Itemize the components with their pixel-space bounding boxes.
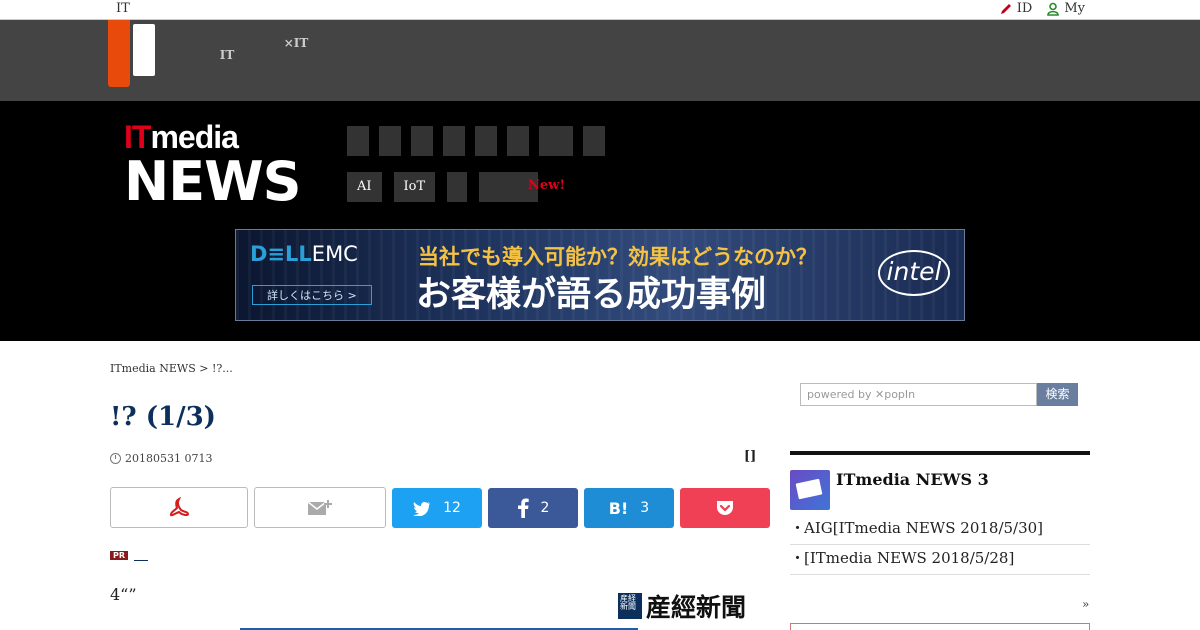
itmedia-news-logo[interactable]: ITmedia NEWS <box>124 119 302 213</box>
hatena-icon: B! <box>608 498 629 518</box>
category-nav-item[interactable] <box>475 126 497 156</box>
intel-logo: intel <box>878 250 950 296</box>
topic-iot[interactable]: IoT <box>393 172 436 202</box>
hatena-count: 3 <box>640 500 650 516</box>
topic-item[interactable] <box>447 172 468 202</box>
topic-nav-row: AI IoT <box>347 172 539 202</box>
search-input[interactable]: powered by ✕popIn <box>800 383 1037 406</box>
top-utility-bar: IT ID My <box>0 0 1200 20</box>
my-link[interactable]: My <box>1046 1 1085 16</box>
pdf-icon <box>169 496 190 516</box>
ad-brand: D≡LLEMC <box>250 242 358 266</box>
mail-button[interactable] <box>254 487 386 528</box>
global-nav-link-2[interactable]: ×IT <box>283 27 309 50</box>
topic-ai[interactable]: AI <box>347 172 382 202</box>
facebook-share-button[interactable]: 2 <box>488 488 578 528</box>
ranking-item[interactable]: [ITmedia NEWS 2018/5/28] <box>790 545 1090 575</box>
global-nav-link-1-line1 <box>218 27 236 41</box>
my-label: My <box>1064 1 1085 16</box>
side-next-box <box>790 623 1090 630</box>
category-nav-item[interactable] <box>507 126 529 156</box>
article-source-bracket[interactable]: [] <box>744 449 756 464</box>
sankei-logo[interactable]: 産経新聞 産經新聞 <box>618 588 746 624</box>
twitter-icon <box>413 501 431 516</box>
facebook-count: 2 <box>540 500 550 516</box>
category-nav-item[interactable] <box>379 126 401 156</box>
new-badge: New! <box>528 178 566 193</box>
pr-badge: PR <box>110 551 129 560</box>
user-icon <box>1047 2 1060 16</box>
site-link[interactable]: IT <box>116 1 130 16</box>
brand-bottom: NEWS <box>124 150 302 213</box>
ad-banner[interactable]: D≡LLEMC 詳しくはこちら > 当社でも導入可能か？効果はどうなのか？ お客… <box>235 229 965 321</box>
hatena-bookmark-button[interactable]: B! 3 <box>584 488 674 528</box>
category-nav-row <box>347 126 605 156</box>
category-nav-item[interactable] <box>411 126 433 156</box>
mail-add-icon <box>307 499 332 515</box>
ranking-top-rule <box>790 451 1090 455</box>
mail-icon <box>790 470 830 510</box>
site-search: powered by ✕popIn 検索 <box>800 383 1078 406</box>
ranking-more-link[interactable]: » <box>1082 597 1089 611</box>
pr-link[interactable] <box>134 550 148 561</box>
pocket-button[interactable] <box>680 488 770 528</box>
sankei-logo-text: 産經新聞 <box>646 593 747 622</box>
brand-top: ITmedia <box>124 119 239 155</box>
article-date: 20180531 0713 <box>110 452 212 465</box>
global-nav-band <box>0 20 1200 101</box>
ad-cta[interactable]: 詳しくはこちら > <box>252 285 372 305</box>
global-nav-link-2-line2: ×IT <box>283 36 309 50</box>
ad-headline-2: お客様が語る成功事例 <box>416 275 767 315</box>
ranking-list: AIG[ITmedia NEWS 2018/5/30] [ITmedia NEW… <box>790 515 1090 575</box>
itmedia-logo-mark[interactable] <box>108 20 130 87</box>
category-nav-item[interactable] <box>347 126 369 156</box>
category-nav-item[interactable] <box>539 126 573 156</box>
breadcrumb[interactable]: ITmedia NEWS > !?... <box>110 362 233 375</box>
ranking-item[interactable]: AIG[ITmedia NEWS 2018/5/30] <box>790 515 1090 545</box>
global-nav-link-2-line1 <box>283 27 309 36</box>
id-label: ID <box>1016 1 1033 16</box>
account-links: ID My <box>999 1 1085 16</box>
article-title: !? (1/3) <box>110 402 216 432</box>
facebook-icon <box>517 498 529 518</box>
article-lead: 4“” <box>110 585 137 604</box>
twitter-share-button[interactable]: 12 <box>392 488 482 528</box>
pdf-button[interactable] <box>110 487 248 528</box>
search-button[interactable]: 検索 <box>1037 383 1078 406</box>
clock-icon <box>110 453 121 464</box>
global-nav-link-1[interactable]: IT <box>218 27 236 62</box>
twitter-count: 12 <box>443 500 461 516</box>
global-nav-link-1-line2: IT <box>219 48 235 62</box>
category-nav-item[interactable] <box>583 126 605 156</box>
article-date-text: 20180531 0713 <box>125 452 213 465</box>
category-nav-item[interactable] <box>443 126 465 156</box>
sankei-logo-box: 産経新聞 <box>618 593 642 619</box>
ranking-title: ITmedia NEWS 3 <box>836 470 989 489</box>
itmedia-logo-mark-white <box>133 24 155 76</box>
pocket-icon <box>717 501 733 515</box>
pencil-icon <box>1000 3 1011 14</box>
id-link[interactable]: ID <box>999 1 1033 16</box>
